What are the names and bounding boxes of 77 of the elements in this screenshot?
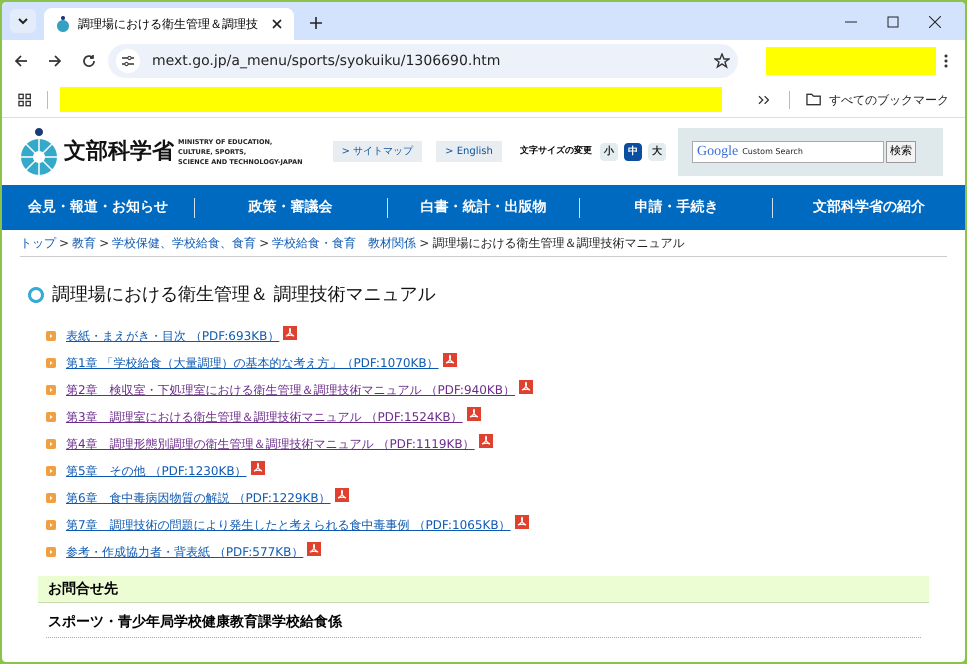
- pdf-icon: [307, 542, 322, 556]
- search-brand-suffix: Custom Search: [742, 146, 803, 158]
- document-link[interactable]: 第3章 調理室における衛生管理＆調理技術マニュアル （PDF:1524KB）: [66, 408, 463, 426]
- font-size-button[interactable]: 大: [648, 142, 666, 160]
- font-size-button[interactable]: 中: [624, 142, 642, 160]
- document-link[interactable]: 第4章 調理形態別調理の衛生管理＆調理技術マニュアル （PDF:1119KB）: [66, 434, 475, 452]
- search-brand-text: Google: [697, 143, 738, 161]
- folder-icon[interactable]: [806, 93, 822, 106]
- document-link[interactable]: 第6章 食中毒病因物質の解説 （PDF:1229KB）: [66, 488, 331, 506]
- url-text: mext.go.jp/a_menu/sports/syokuiku/1306690.htm: [152, 52, 502, 70]
- breadcrumb-link[interactable]: トップ: [20, 234, 56, 252]
- new-tab-icon[interactable]: [310, 17, 322, 29]
- breadcrumb-separator: >: [419, 235, 430, 252]
- header-link[interactable]: > サイトマップ: [332, 141, 422, 162]
- list-bullet-icon: [46, 384, 56, 394]
- pdf-icon: [442, 352, 457, 366]
- breadcrumb-link[interactable]: 学校給食・食育 教材関係: [272, 234, 416, 252]
- pdf-icon: [250, 460, 265, 474]
- contact-heading: お問合せ先: [38, 576, 929, 603]
- breadcrumb-current: 調理場における衛生管理＆調理技術マニュアル: [432, 235, 684, 252]
- chevron-down-icon: [18, 18, 28, 24]
- document-link[interactable]: 第2章 検収室・下処理室における衛生管理＆調理技術マニュアル （PDF:940KB）: [66, 380, 515, 398]
- pdf-icon: [334, 488, 349, 502]
- reload-icon[interactable]: [82, 54, 96, 68]
- pdf-icon: [518, 380, 533, 394]
- address-bar[interactable]: mext.go.jp/a_menu/sports/syokuiku/1306690.htm: [108, 44, 738, 78]
- back-icon[interactable]: [14, 54, 28, 68]
- page-title: 調理場における衛生管理＆ 調理技術マニュアル: [52, 283, 436, 307]
- chevron-double-right-icon[interactable]: [758, 94, 769, 104]
- tune-icon[interactable]: [121, 55, 135, 67]
- forward-icon[interactable]: [48, 54, 62, 68]
- pdf-icon: [514, 514, 529, 528]
- breadcrumb-link[interactable]: 学校保健、学校給食、食育: [112, 234, 256, 252]
- breadcrumb-separator: >: [99, 235, 110, 252]
- list-bullet-icon: [46, 546, 56, 556]
- list-bullet-icon: [46, 412, 56, 422]
- header-link[interactable]: > English: [436, 141, 502, 162]
- document-link[interactable]: 第1章 「学校給食（大量調理）の基本的な考え方」（PDF:1070KB）: [66, 354, 439, 372]
- nav-item[interactable]: 白書・統計・出版物: [388, 197, 580, 218]
- nav-item[interactable]: 会見・報道・お知らせ: [2, 197, 194, 218]
- pdf-icon: [283, 326, 298, 340]
- apps-icon[interactable]: [18, 92, 32, 106]
- breadcrumb-separator: >: [259, 235, 270, 252]
- star-icon[interactable]: [714, 53, 730, 69]
- list-bullet-icon: [46, 438, 56, 448]
- close-icon[interactable]: [929, 16, 941, 28]
- list-bullet-icon: [46, 520, 56, 530]
- ministry-logo-icon: [18, 126, 60, 176]
- pdf-icon: [466, 406, 481, 420]
- nav-item[interactable]: 政策・審議会: [194, 197, 387, 218]
- title-bullet-icon: [28, 286, 44, 302]
- browser-tab[interactable]: 調理場における衛生管理＆調理技: [44, 8, 294, 40]
- search-field[interactable]: Google Custom Search: [692, 140, 884, 162]
- tab-title: 調理場における衛生管理＆調理技: [78, 16, 259, 33]
- list-bullet-icon: [46, 466, 56, 476]
- bookmarks-label[interactable]: すべてのブックマーク: [829, 90, 950, 108]
- breadcrumb-link[interactable]: 教育: [72, 234, 96, 252]
- nav-item[interactable]: 申請・手続き: [580, 197, 772, 218]
- more-icon[interactable]: [944, 54, 948, 68]
- font-size-label: 文字サイズの変更: [520, 144, 592, 158]
- maximize-icon[interactable]: [887, 16, 899, 28]
- pdf-icon: [478, 434, 493, 448]
- list-bullet-icon: [46, 330, 56, 340]
- logo-text: 文部科学省: [64, 138, 174, 166]
- document-link[interactable]: 第7章 調理技術の問題により発生したと考えられる食中毒事例 （PDF:1065KB）: [66, 516, 511, 534]
- list-bullet-icon: [46, 358, 56, 368]
- breadcrumb-separator: >: [59, 235, 70, 252]
- document-link[interactable]: 第5章 その他 （PDF:1230KB）: [66, 462, 247, 480]
- search-button[interactable]: 検索: [886, 140, 916, 162]
- tab-list-button[interactable]: [10, 9, 36, 33]
- contact-department: スポーツ・青少年局学校健康教育課学校給食係: [46, 612, 921, 638]
- list-bullet-icon: [46, 492, 56, 502]
- document-link[interactable]: 参考・作成協力者・背表紙 （PDF:577KB）: [66, 542, 304, 560]
- document-link[interactable]: 表紙・まえがき・目次 （PDF:693KB）: [66, 326, 280, 344]
- close-icon[interactable]: [272, 19, 282, 29]
- nav-item[interactable]: 文部科学省の紹介: [773, 197, 965, 218]
- font-size-button[interactable]: 小: [600, 142, 618, 160]
